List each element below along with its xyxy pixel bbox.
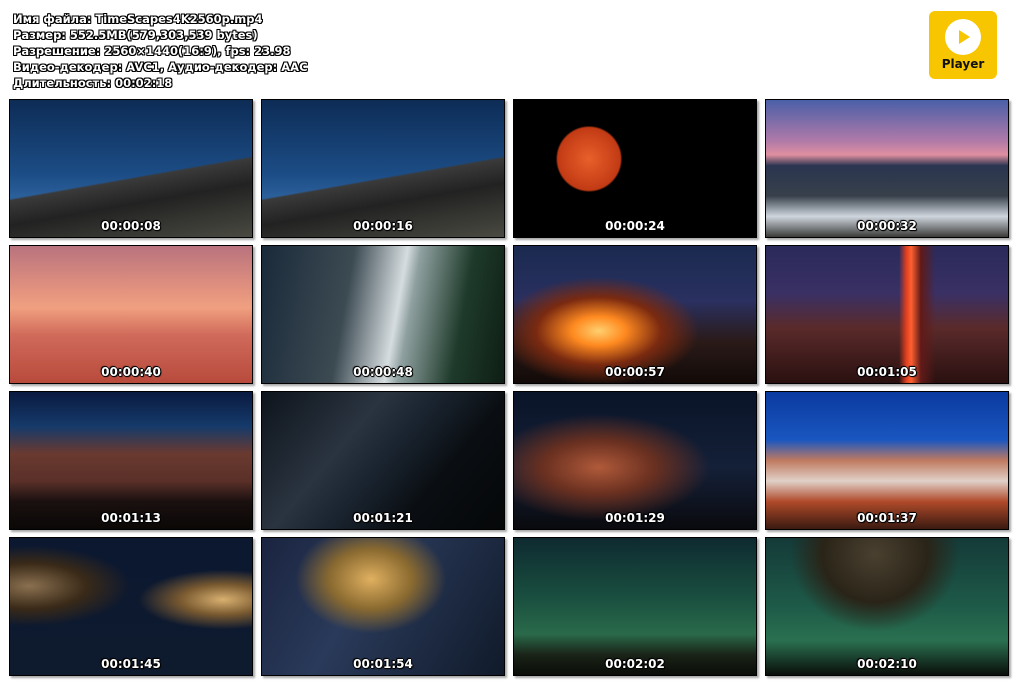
thumbnail: 00:00:24 bbox=[513, 99, 757, 238]
thumbnail: 00:01:13 bbox=[9, 391, 253, 530]
thumbnail: 00:02:02 bbox=[513, 537, 757, 676]
timestamp: 00:01:45 bbox=[101, 657, 161, 671]
file-codecs: Видео-декодер: AVC1, Аудио-декодер: AAC bbox=[13, 60, 308, 74]
thumbnail: 00:00:48 bbox=[261, 245, 505, 384]
thumbnail-image bbox=[514, 392, 756, 529]
play-icon bbox=[945, 19, 981, 55]
thumbnail-image bbox=[262, 538, 504, 675]
timestamp: 00:01:05 bbox=[857, 365, 917, 379]
thumbnail-image bbox=[10, 392, 252, 529]
timestamp: 00:00:40 bbox=[101, 365, 161, 379]
thumbnail: 00:00:08 bbox=[9, 99, 253, 238]
thumbnail: 00:01:05 bbox=[765, 245, 1009, 384]
timestamp: 00:01:21 bbox=[353, 511, 413, 525]
thumbnail-image bbox=[766, 246, 1008, 383]
timestamp: 00:02:10 bbox=[857, 657, 917, 671]
thumbnail-image bbox=[10, 100, 252, 237]
file-size: Размер: 552.5MB(579,303,539 bytes) bbox=[13, 28, 258, 42]
thumbnail: 00:01:54 bbox=[261, 537, 505, 676]
thumbnail-image bbox=[514, 246, 756, 383]
timestamp: 00:00:32 bbox=[857, 219, 917, 233]
timestamp: 00:00:16 bbox=[353, 219, 413, 233]
thumbnail: 00:01:37 bbox=[765, 391, 1009, 530]
timestamp: 00:01:29 bbox=[605, 511, 665, 525]
timestamp: 00:00:57 bbox=[605, 365, 665, 379]
player-label: Player bbox=[941, 57, 985, 71]
timestamp: 00:01:13 bbox=[101, 511, 161, 525]
timestamp: 00:02:02 bbox=[605, 657, 665, 671]
thumbnail-image bbox=[514, 100, 756, 237]
thumbnail-image bbox=[766, 538, 1008, 675]
thumbnail-grid: 00:00:08 00:00:16 00:00:24 00:00:32 00:0… bbox=[9, 99, 1011, 677]
thumbnail: 00:01:21 bbox=[261, 391, 505, 530]
timestamp: 00:01:54 bbox=[353, 657, 413, 671]
thumbnail: 00:02:10 bbox=[765, 537, 1009, 676]
thumbnail-image bbox=[262, 392, 504, 529]
timestamp: 00:00:08 bbox=[101, 219, 161, 233]
thumbnail-image bbox=[262, 246, 504, 383]
thumbnail-image bbox=[262, 100, 504, 237]
thumbnail: 00:00:40 bbox=[9, 245, 253, 384]
thumbnail: 00:00:16 bbox=[261, 99, 505, 238]
thumbnail: 00:01:45 bbox=[9, 537, 253, 676]
thumbnail-image bbox=[10, 246, 252, 383]
player-logo: Player bbox=[929, 11, 997, 79]
file-name: Имя файла: TimeScapes4K2560p.mp4 bbox=[13, 12, 263, 26]
thumbnail-image bbox=[766, 100, 1008, 237]
thumbnail: 00:01:29 bbox=[513, 391, 757, 530]
thumbnail: 00:00:32 bbox=[765, 99, 1009, 238]
file-duration: Длительность: 00:02:18 bbox=[13, 76, 173, 90]
thumbnail-image bbox=[514, 538, 756, 675]
thumbnail: 00:00:57 bbox=[513, 245, 757, 384]
thumbnail-image bbox=[10, 538, 252, 675]
file-info: Имя файла: TimeScapes4K2560p.mp4 Размер:… bbox=[13, 11, 308, 91]
thumbnail-image bbox=[766, 392, 1008, 529]
timestamp: 00:01:37 bbox=[857, 511, 917, 525]
timestamp: 00:00:24 bbox=[605, 219, 665, 233]
timestamp: 00:00:48 bbox=[353, 365, 413, 379]
file-resolution: Разрешение: 2560×1440(16:9), fps: 23.98 bbox=[13, 44, 291, 58]
